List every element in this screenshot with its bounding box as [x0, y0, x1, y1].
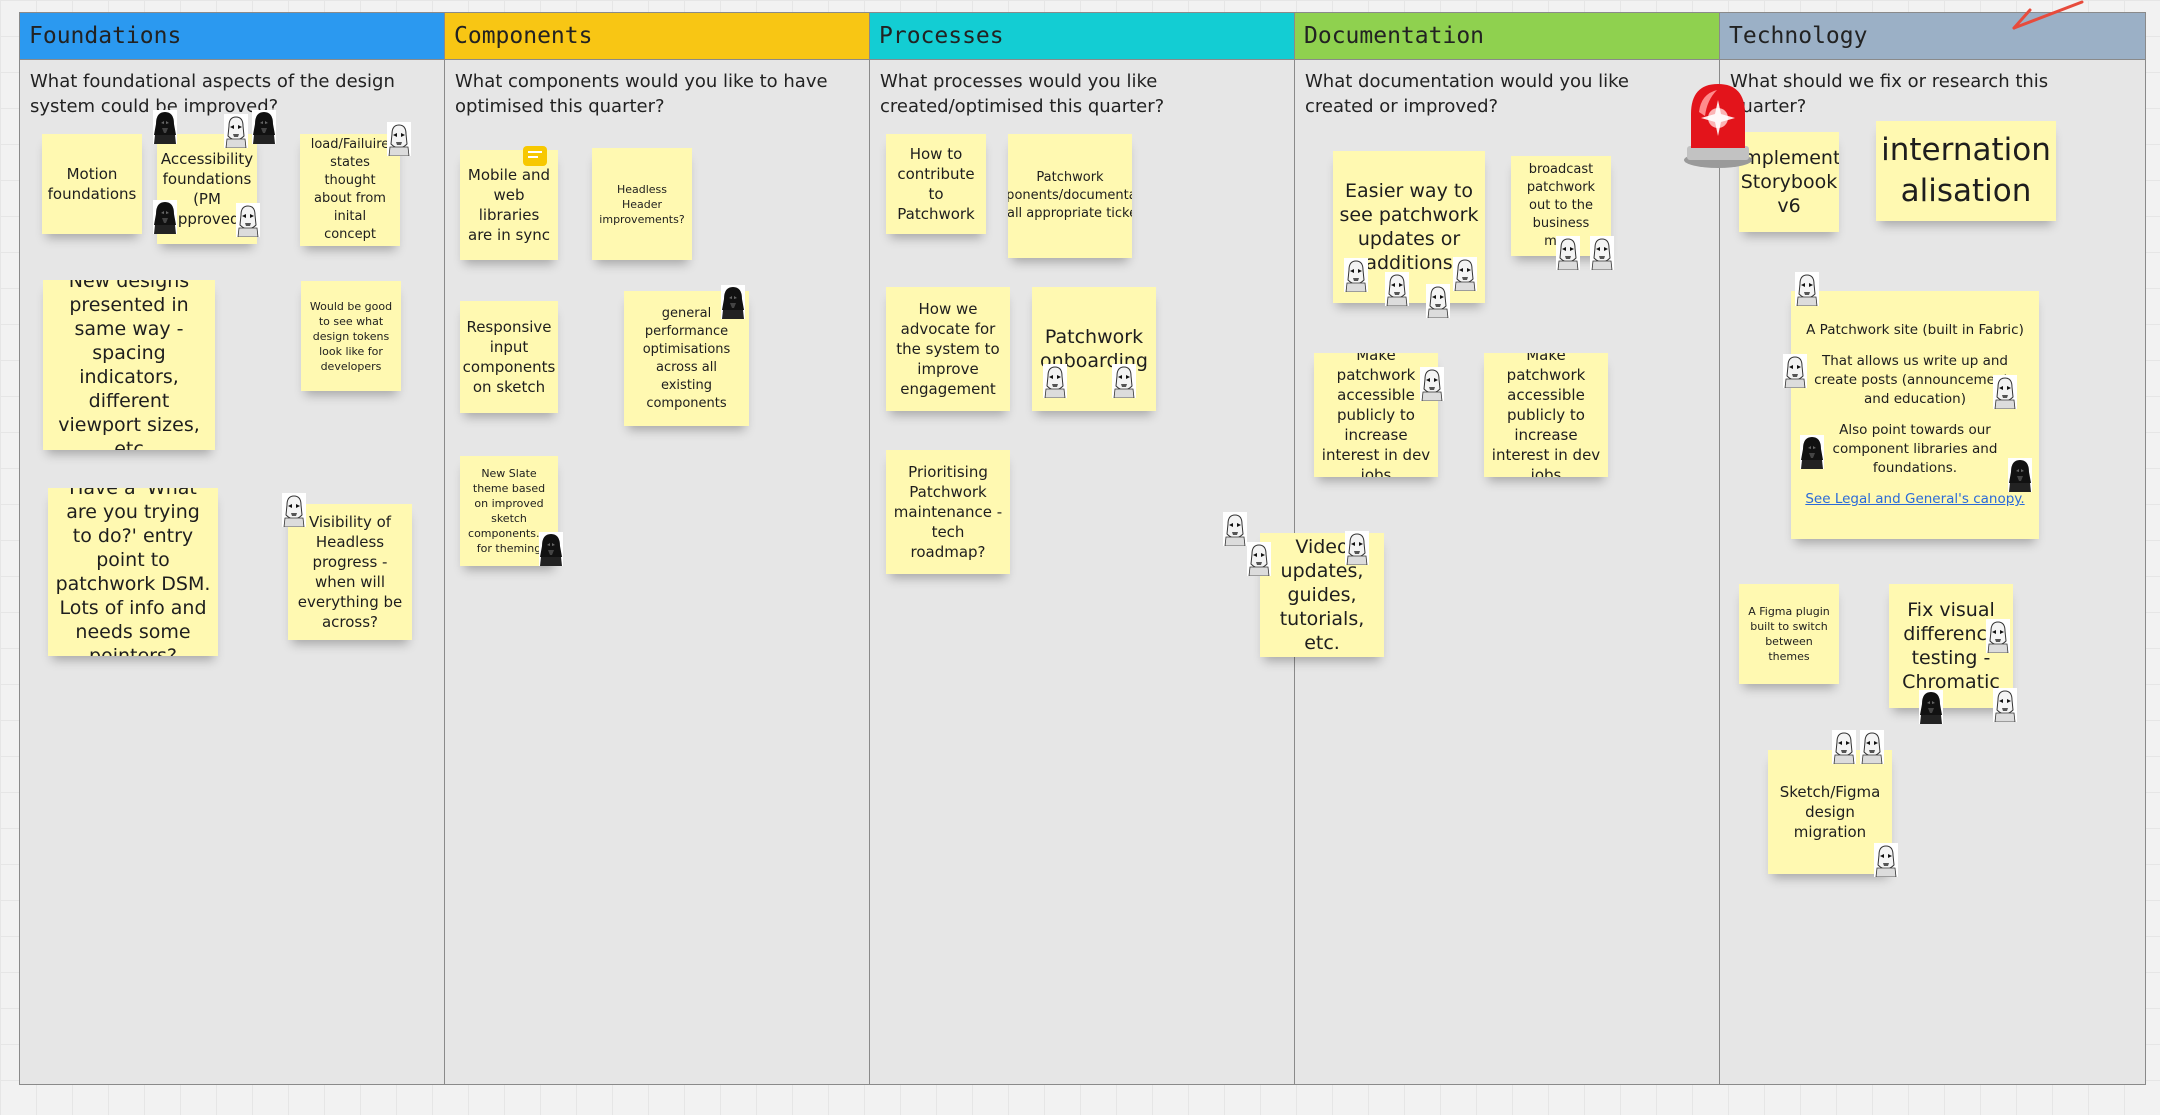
- sticky-note[interactable]: Visibility of Headless progress - when w…: [288, 504, 412, 640]
- sticky-note[interactable]: New designs presented in same way - spac…: [43, 280, 215, 450]
- trooper-avatar: [1874, 843, 1898, 877]
- trooper-avatar: [1860, 730, 1884, 764]
- trooper-avatar: [1247, 542, 1271, 576]
- trooper-avatar: [1426, 284, 1450, 318]
- column-title: Components: [454, 23, 593, 49]
- column-header-components[interactable]: Components: [445, 13, 869, 60]
- canopy-link[interactable]: See Legal and General's canopy.: [1805, 490, 2024, 509]
- column-processes: Processes What processes would you like …: [869, 12, 1295, 1085]
- trooper-avatar: [1043, 364, 1067, 398]
- trooper-avatar: [282, 493, 306, 527]
- vader-avatar: [1800, 435, 1824, 469]
- sticky-note[interactable]: Headless Header improvements?: [592, 148, 692, 260]
- board: Foundations What foundational aspects of…: [19, 12, 2146, 1086]
- note-line: Also point towards our component librari…: [1832, 422, 1998, 476]
- sticky-note[interactable]: Implement Storybook v6: [1739, 132, 1839, 232]
- vader-avatar: [721, 285, 745, 319]
- sticky-note[interactable]: Responsive input components on sketch: [460, 301, 558, 413]
- trooper-avatar: [1112, 364, 1136, 398]
- siren-icon: [1684, 84, 1752, 168]
- note-line: A Patchwork site (built in Fabric): [1806, 322, 2024, 338]
- note-line: That allows us write up and create posts…: [1814, 353, 2016, 407]
- trooper-avatar: [1783, 354, 1807, 388]
- sticky-note[interactable]: Prioritising Patchwork maintenance - tec…: [886, 450, 1010, 574]
- trooper-avatar: [1345, 531, 1369, 565]
- trooper-avatar: [1993, 375, 2017, 409]
- sticky-note[interactable]: Make patchwork accessible publicly to in…: [1484, 353, 1608, 477]
- trooper-avatar: [1420, 367, 1444, 401]
- comment-icon[interactable]: [523, 146, 547, 166]
- vader-avatar: [1919, 690, 1943, 724]
- trooper-avatar: [1385, 272, 1409, 306]
- column-title: Foundations: [29, 23, 182, 49]
- column-question: What documentation would you like create…: [1305, 71, 1630, 117]
- sticky-note[interactable]: How to contribute to Patchwork: [886, 134, 986, 234]
- column-header-processes[interactable]: Processes: [870, 13, 1294, 60]
- sticky-note[interactable]: Patchwork components/documentation in al…: [1008, 134, 1132, 258]
- vader-avatar: [153, 110, 177, 144]
- trooper-avatar: [224, 114, 248, 148]
- vader-avatar: [252, 110, 276, 144]
- trooper-avatar: [1590, 236, 1614, 270]
- trooper-avatar: [1832, 730, 1856, 764]
- sticky-note[interactable]: How we advocate for the system to improv…: [886, 287, 1010, 411]
- sticky-note[interactable]: internation alisation: [1876, 121, 2056, 221]
- trooper-avatar: [236, 203, 260, 237]
- trooper-avatar: [387, 122, 411, 156]
- column-title: Processes: [879, 23, 1004, 49]
- sticky-note[interactable]: Motion foundations: [42, 134, 142, 234]
- trooper-avatar: [1453, 257, 1477, 291]
- trooper-avatar: [1986, 619, 2010, 653]
- vader-avatar: [153, 200, 177, 234]
- vader-avatar: [539, 532, 563, 566]
- trooper-avatar: [1795, 272, 1819, 306]
- sticky-note[interactable]: Have a 'What are you trying to do?' entr…: [48, 488, 218, 656]
- vader-avatar: [2008, 458, 2032, 492]
- column-components: Components What components would you lik…: [444, 12, 870, 1085]
- column-header-foundations[interactable]: Foundations: [20, 13, 444, 60]
- trooper-avatar: [1556, 236, 1580, 270]
- trooper-avatar: [1344, 258, 1368, 292]
- sticky-note[interactable]: Mobile and web libraries are in sync: [460, 150, 558, 260]
- column-question: What foundational aspects of the design …: [30, 71, 395, 117]
- column-technology: Technology What should we fix or researc…: [1719, 12, 2146, 1085]
- column-question: What should we fix or research this quar…: [1730, 71, 2049, 117]
- arrow-annotation-icon: [2012, 0, 2084, 30]
- column-question: What components would you like to have o…: [455, 71, 828, 117]
- sticky-note[interactable]: Would be good to see what design tokens …: [301, 281, 401, 391]
- trooper-avatar: [1993, 688, 2017, 722]
- trooper-avatar: [1223, 512, 1247, 546]
- column-header-documentation[interactable]: Documentation: [1295, 13, 1719, 60]
- column-foundations: Foundations What foundational aspects of…: [19, 12, 445, 1085]
- sticky-note[interactable]: A Figma plugin built to switch between t…: [1739, 584, 1839, 684]
- column-question: What processes would you like created/op…: [880, 71, 1165, 117]
- column-title: Technology: [1729, 23, 1868, 49]
- sticky-note[interactable]: A Patchwork site (built in Fabric) That …: [1791, 291, 2039, 539]
- sticky-note[interactable]: load/Failuire states thought about from …: [300, 134, 400, 246]
- column-title: Documentation: [1304, 23, 1485, 49]
